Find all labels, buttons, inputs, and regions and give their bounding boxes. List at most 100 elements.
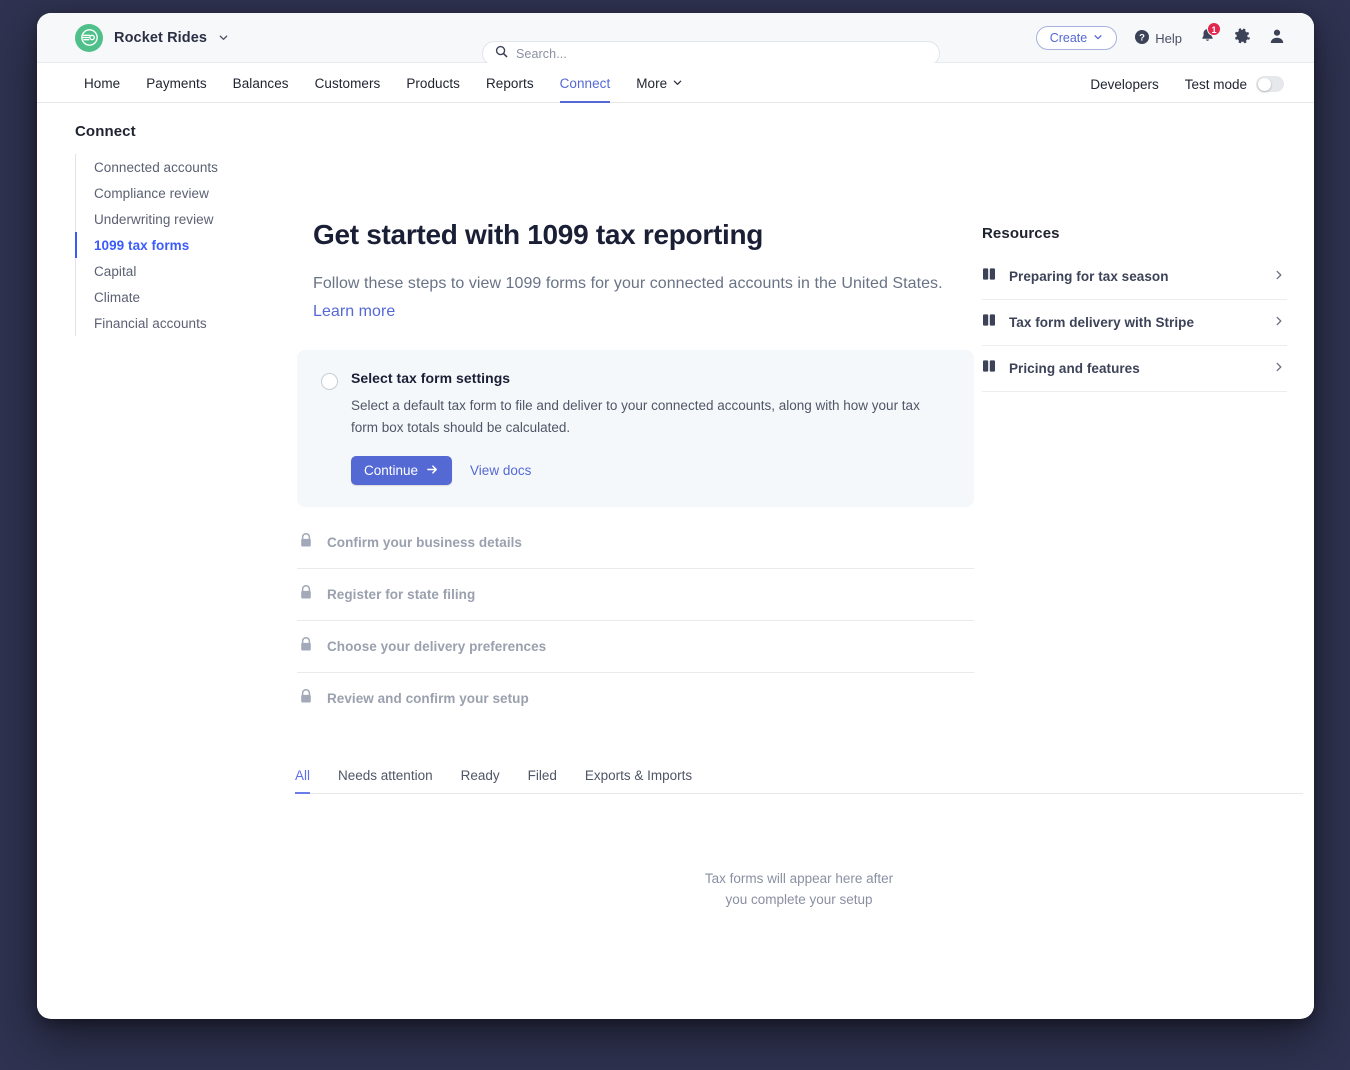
sidebar-items: Connected accounts Compliance review Und… — [75, 154, 290, 336]
nav-items: Home Payments Balances Customers Product… — [71, 76, 696, 103]
top-bar: Rocket Rides Search... Create ? Help 1 — [37, 13, 1314, 66]
sidebar-item-underwriting-review[interactable]: Underwriting review — [76, 206, 290, 232]
tab-needs-attention[interactable]: Needs attention — [324, 768, 447, 793]
sidebar-item-label: Connected accounts — [94, 159, 218, 175]
rocket-rides-logo — [75, 23, 103, 52]
nav-item-customers[interactable]: Customers — [302, 76, 394, 102]
locked-step-label: Confirm your business details — [327, 535, 522, 550]
nav-item-label: Products — [406, 76, 460, 91]
locked-step-delivery-preferences[interactable]: Choose your delivery preferences — [297, 621, 974, 673]
resource-item-tax-form-delivery-with-stripe[interactable]: Tax form delivery with Stripe — [982, 300, 1287, 346]
nav-item-label: More — [636, 76, 668, 91]
nav-item-balances[interactable]: Balances — [220, 76, 302, 102]
nav-item-connect[interactable]: Connect — [547, 76, 624, 103]
locked-steps-list: Confirm your business details Register f… — [297, 517, 974, 724]
book-icon — [982, 313, 996, 332]
radio-unchecked-icon[interactable] — [321, 373, 338, 390]
learn-more-link[interactable]: Learn more — [313, 303, 395, 320]
nav-item-more[interactable]: More — [623, 76, 696, 102]
empty-state-line2: you complete your setup — [725, 892, 873, 907]
tab-all[interactable]: All — [295, 768, 324, 794]
help-button[interactable]: ? Help — [1134, 29, 1182, 48]
app-window: Rocket Rides Search... Create ? Help 1 H… — [37, 13, 1314, 1019]
empty-state-line1: Tax forms will appear here after — [704, 871, 894, 886]
page-title: Get started with 1099 tax reporting — [313, 219, 764, 250]
top-bar-actions: Create ? Help 1 — [1035, 13, 1286, 63]
nav-item-products[interactable]: Products — [393, 76, 473, 102]
locked-step-label: Review and confirm your setup — [327, 691, 529, 706]
nav-item-label: Connect — [559, 76, 611, 91]
chevron-down-icon — [1093, 31, 1103, 45]
step-description: Select a default tax form to file and de… — [351, 398, 920, 435]
sidebar-item-1099-tax-forms[interactable]: 1099 tax forms — [75, 232, 290, 258]
notifications-badge: 1 — [1207, 22, 1221, 36]
test-mode-toggle[interactable]: Test mode — [1185, 76, 1284, 92]
nav-item-label: Balances — [232, 76, 289, 91]
nav-item-label: Payments — [146, 76, 207, 91]
search-placeholder: Search... — [516, 46, 567, 61]
sidebar-item-label: Climate — [94, 289, 141, 305]
resource-item-label: Pricing and features — [1009, 361, 1140, 376]
step-title: Select tax form settings — [351, 370, 511, 386]
page-subtitle-text: Follow these steps to view 1099 forms fo… — [313, 275, 943, 292]
nav-item-home[interactable]: Home — [71, 76, 133, 102]
resource-item-preparing-for-tax-season[interactable]: Preparing for tax season — [982, 254, 1287, 300]
chevron-right-icon — [1273, 360, 1285, 378]
lock-icon — [299, 584, 313, 605]
nav-item-label: Customers — [314, 76, 381, 91]
tab-exports-imports[interactable]: Exports & Imports — [571, 768, 706, 793]
tab-filed[interactable]: Filed — [514, 768, 571, 793]
sidebar-item-label: Capital — [94, 263, 137, 279]
nav-item-reports[interactable]: Reports — [473, 76, 547, 102]
view-docs-link[interactable]: View docs — [470, 463, 531, 478]
book-icon — [982, 267, 996, 286]
resources-title: Resources — [982, 225, 1060, 242]
svg-text:?: ? — [1139, 32, 1145, 43]
step-card-select-tax-form-settings: Select tax form settings Select a defaul… — [297, 350, 974, 507]
nav-item-label: Reports — [486, 76, 534, 91]
nav-right-actions: Developers Test mode — [1090, 76, 1284, 102]
developers-link[interactable]: Developers — [1090, 77, 1158, 92]
avatar[interactable] — [1268, 27, 1286, 50]
continue-button[interactable]: Continue — [351, 456, 453, 485]
lock-icon — [299, 636, 313, 657]
tab-label: Filed — [527, 768, 557, 783]
locked-step-register-state-filing[interactable]: Register for state filing — [297, 569, 974, 621]
resource-item-pricing-and-features[interactable]: Pricing and features — [982, 346, 1287, 392]
connect-sidebar: Connect Connected accounts Compliance re… — [75, 123, 290, 336]
tax-forms-tabs: All Needs attention Ready Filed Exports … — [295, 768, 1303, 794]
search-icon — [495, 45, 508, 63]
tab-ready[interactable]: Ready — [447, 768, 514, 793]
chevron-down-icon — [218, 32, 229, 43]
resource-item-label: Preparing for tax season — [1009, 269, 1169, 284]
book-icon — [982, 359, 996, 378]
locked-step-label: Choose your delivery preferences — [327, 639, 547, 654]
nav-item-payments[interactable]: Payments — [133, 76, 219, 102]
gear-icon — [1233, 27, 1251, 50]
main-navigation: Home Payments Balances Customers Product… — [37, 63, 1314, 103]
create-button[interactable]: Create — [1035, 26, 1118, 50]
sidebar-item-financial-accounts[interactable]: Financial accounts — [76, 310, 290, 336]
locked-step-confirm-business-details[interactable]: Confirm your business details — [297, 517, 974, 569]
settings-button[interactable] — [1233, 27, 1251, 50]
locked-step-review-confirm-setup[interactable]: Review and confirm your setup — [297, 673, 974, 724]
test-mode-switch[interactable] — [1256, 76, 1284, 92]
tabs-row: All Needs attention Ready Filed Exports … — [295, 768, 1303, 794]
continue-button-label: Continue — [364, 463, 419, 478]
sidebar-item-connected-accounts[interactable]: Connected accounts — [76, 154, 290, 180]
sidebar-item-label: Financial accounts — [94, 315, 207, 331]
sidebar-item-compliance-review[interactable]: Compliance review — [76, 180, 290, 206]
tab-label: Needs attention — [338, 768, 433, 783]
lock-icon — [299, 532, 313, 553]
notifications-button[interactable]: 1 — [1199, 22, 1221, 49]
resources-panel: Resources Preparing for tax season Tax f… — [982, 225, 1287, 392]
test-mode-label: Test mode — [1184, 76, 1247, 92]
empty-state: Tax forms will appear here after you com… — [295, 868, 1303, 910]
page-subtitle: Follow these steps to view 1099 forms fo… — [313, 270, 959, 326]
brand-switcher[interactable]: Rocket Rides — [75, 23, 229, 52]
sidebar-item-climate[interactable]: Climate — [76, 284, 290, 310]
page-content: Connect Connected accounts Compliance re… — [37, 103, 1314, 1018]
arrow-right-icon — [426, 463, 439, 479]
tab-label: Ready — [460, 768, 500, 783]
sidebar-item-capital[interactable]: Capital — [76, 258, 290, 284]
